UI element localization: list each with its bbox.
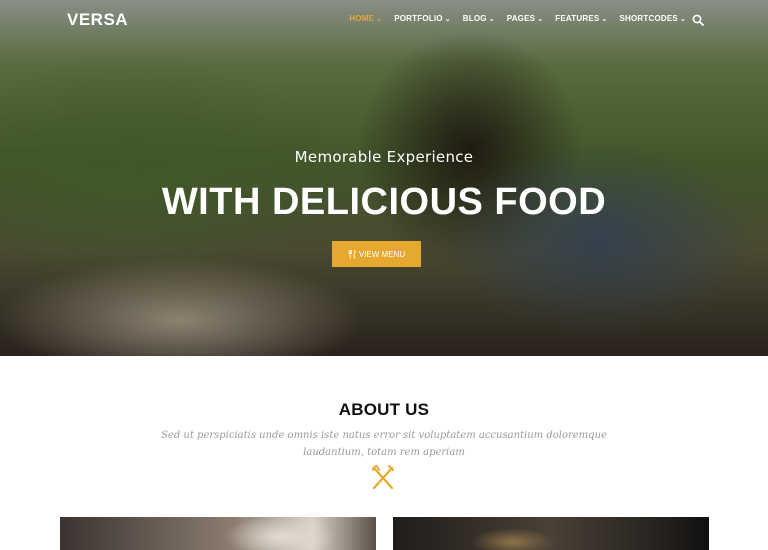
menu-item-features[interactable]: FEATURES ⌄ <box>555 14 607 23</box>
hero-banner: VERSA HOME ⌄ PORTFOLIO ⌄ BLOG ⌄ PAGES ⌄ FEAT… <box>0 0 768 356</box>
menu-item-shortcodes[interactable]: SHORTCODES ⌄ <box>619 14 686 23</box>
hero-subtitle: Memorable Experience <box>294 148 474 166</box>
top-navbar: VERSA HOME ⌄ PORTFOLIO ⌄ BLOG ⌄ PAGES ⌄ FEAT… <box>0 0 768 40</box>
hero-title: WITH DELICIOUS FOOD <box>161 181 607 223</box>
menu-item-home[interactable]: HOME ⌄ <box>349 14 382 23</box>
view-menu-button[interactable]: VIEW MENU <box>332 241 421 267</box>
menu-item-blog[interactable]: BLOG ⌄ <box>463 14 495 23</box>
chevron-down-icon: ⌄ <box>376 16 383 23</box>
chevron-down-icon: ⌄ <box>444 16 451 23</box>
about-description: Sed ut perspiciatis unde omnis iste natu… <box>161 430 607 458</box>
main-menu: HOME ⌄ PORTFOLIO ⌄ BLOG ⌄ PAGES ⌄ FEATURES ⌄ … <box>349 14 686 23</box>
menu-item-portfolio[interactable]: PORTFOLIO ⌄ <box>394 14 451 23</box>
utensils-icon <box>348 249 356 259</box>
hero-overlay <box>0 0 768 356</box>
menu-item-label: BLOG <box>462 14 487 23</box>
about-title: ABOUT US <box>338 400 430 419</box>
fork-knife-icon <box>372 465 394 490</box>
site-logo[interactable]: VERSA <box>67 10 128 30</box>
chevron-down-icon: ⌄ <box>488 16 495 23</box>
menu-item-label: PORTFOLIO <box>394 14 443 23</box>
menu-item-label: FEATURES <box>555 14 600 23</box>
gallery-image-kitchen[interactable] <box>60 517 376 550</box>
chevron-down-icon: ⌄ <box>601 16 608 23</box>
menu-item-label: SHORTCODES <box>619 14 678 23</box>
view-menu-label: VIEW MENU <box>358 249 406 259</box>
menu-item-label: HOME <box>349 14 375 23</box>
chevron-down-icon: ⌄ <box>537 16 544 23</box>
chevron-down-icon: ⌄ <box>679 16 686 23</box>
search-icon[interactable] <box>692 14 704 26</box>
menu-item-label: PAGES <box>506 14 536 23</box>
gallery-image-wine[interactable] <box>393 517 709 550</box>
menu-item-pages[interactable]: PAGES ⌄ <box>507 14 544 23</box>
